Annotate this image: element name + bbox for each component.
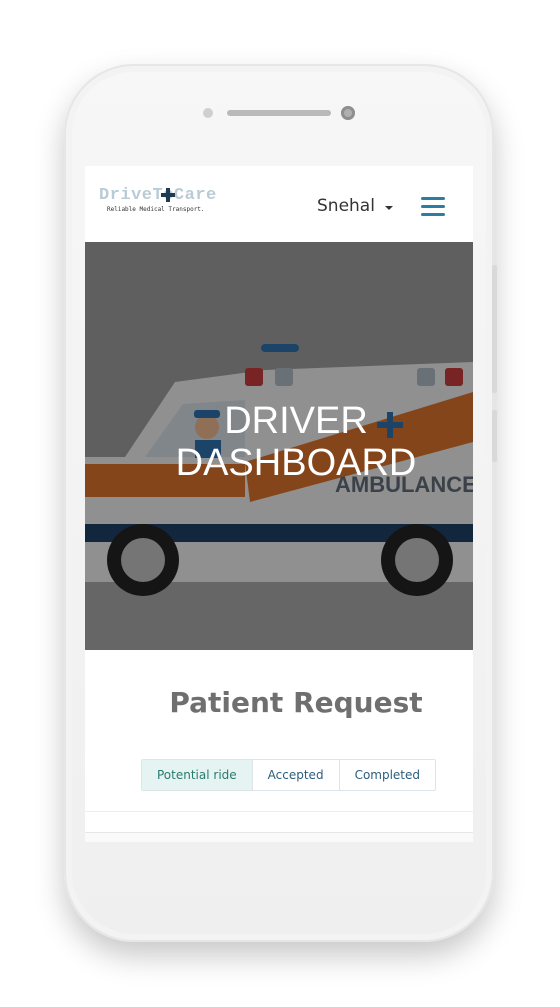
logo-tagline: Reliable Medical Transport. <box>107 206 205 213</box>
medical-cross-icon <box>161 188 175 202</box>
user-menu[interactable]: Snehal <box>317 196 375 216</box>
tab-potential-ride[interactable]: Potential ride <box>142 760 253 790</box>
request-tabs: Potential ride Accepted Completed <box>141 759 437 791</box>
speaker-grille <box>227 110 331 116</box>
hero-title: DRIVER DASHBOARD <box>85 400 473 484</box>
side-power-button <box>492 410 497 462</box>
camera-icon <box>341 106 355 120</box>
logo-text: DriveToCare <box>99 186 217 205</box>
caret-down-icon[interactable] <box>385 206 393 210</box>
hero-title-line1: DRIVER <box>224 400 368 442</box>
app-screen: DriveToCare Reliable Medical Transport. … <box>85 166 473 842</box>
tab-completed[interactable]: Completed <box>340 760 435 790</box>
request-list-panel <box>85 832 473 842</box>
proximity-sensor <box>203 108 213 118</box>
tabs-divider <box>85 811 473 812</box>
hero-banner: AMBULANCE DRIVER DASHBOARD <box>85 242 473 650</box>
navbar: DriveToCare Reliable Medical Transport. … <box>85 166 473 242</box>
section-title: Patient Request <box>169 686 423 719</box>
hamburger-icon[interactable] <box>421 197 445 217</box>
side-volume-button <box>492 265 497 393</box>
tab-accepted[interactable]: Accepted <box>253 760 340 790</box>
brand-logo[interactable]: DriveToCare Reliable Medical Transport. <box>99 186 229 218</box>
hero-title-line2: DASHBOARD <box>175 442 417 484</box>
